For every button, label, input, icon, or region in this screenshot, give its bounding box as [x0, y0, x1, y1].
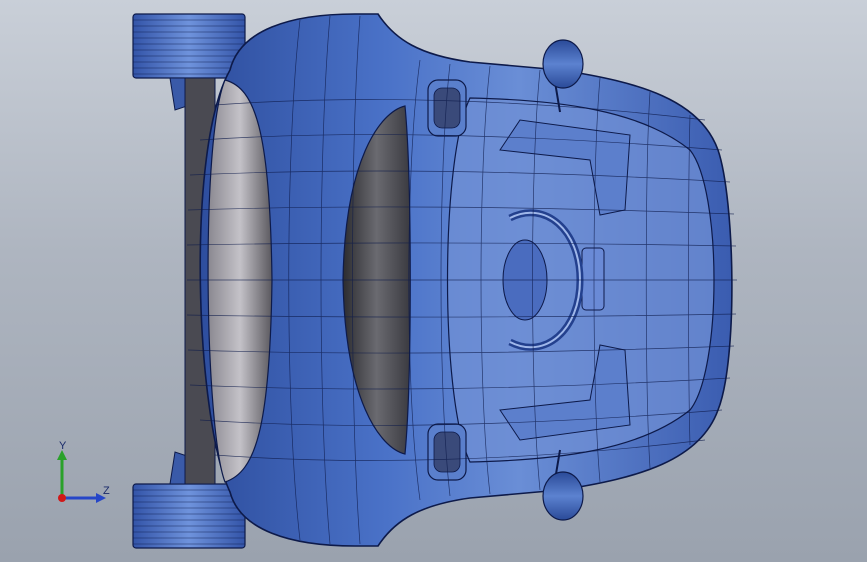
tire-top-left — [132, 13, 246, 79]
x-axis-dot — [58, 494, 66, 502]
tire-bottom-left — [132, 483, 246, 549]
graphics-viewport[interactable]: Y Z — [0, 0, 867, 562]
car-model[interactable] — [0, 0, 867, 562]
z-axis-label: Z — [103, 485, 110, 497]
front-lamp-top — [427, 79, 467, 137]
y-axis-label: Y — [59, 440, 67, 452]
axis-triad: Y Z — [40, 440, 130, 510]
front-lamp-bottom — [427, 423, 467, 481]
